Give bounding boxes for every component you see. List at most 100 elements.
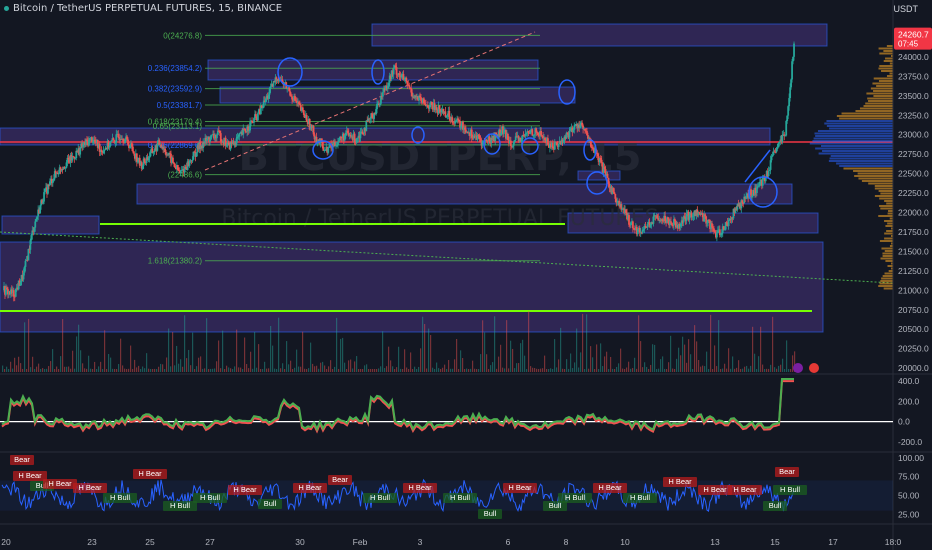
volume-bar [228, 367, 230, 372]
volume-bar [162, 364, 164, 372]
volume-profile-bar [880, 257, 893, 260]
volume-profile-bar [873, 77, 893, 80]
volume-bar [340, 338, 342, 372]
zone-lower [136, 183, 793, 205]
volume-bar [672, 368, 674, 372]
price-tick-label: 21500.0 [898, 246, 929, 256]
volume-bar [620, 348, 622, 372]
rsi-tick-label: 100.00 [898, 453, 924, 463]
volume-bar [480, 354, 482, 372]
volume-bar [36, 366, 38, 372]
candle-body [327, 147, 330, 153]
bear-signal-label: Bear [779, 467, 795, 476]
volume-bar [676, 358, 678, 372]
volume-profile-bar [857, 172, 893, 175]
volume-bar [416, 369, 418, 372]
volume-profile-bar [814, 132, 893, 135]
candle-body [670, 221, 672, 223]
volume-profile-bar [867, 97, 893, 100]
volume-bar [426, 368, 428, 372]
time-tick-label: 23 [87, 537, 97, 547]
volume-bar [462, 357, 464, 372]
candle-body [255, 114, 257, 117]
volume-bar [520, 343, 522, 372]
volume-bar [454, 359, 456, 372]
volume-profile-bar [882, 275, 893, 277]
price-tick-label: 20250.0 [898, 344, 929, 354]
volume-bar [542, 368, 544, 372]
volume-bar [34, 368, 36, 372]
volume-bar [304, 368, 306, 372]
volume-bar [720, 368, 722, 372]
volume-bar [160, 363, 162, 372]
rsi-signal: H Bear [293, 483, 327, 493]
volume-bar [768, 368, 770, 372]
volume-bar [246, 364, 248, 372]
candle-body [405, 77, 408, 82]
volume-bar [254, 331, 256, 372]
volume-bar [218, 340, 220, 372]
volume-bar [514, 368, 516, 372]
volume-bar [728, 348, 730, 372]
volume-bar [538, 368, 540, 372]
volume-bar [212, 368, 214, 372]
volume-bar [402, 368, 404, 372]
volume-profile-bar [863, 105, 893, 107]
volume-bar [484, 332, 486, 372]
candle-body [79, 147, 82, 155]
volume-bar [196, 366, 198, 372]
volume-bar [230, 368, 232, 372]
volume-bar [476, 368, 478, 372]
volume-bar [684, 344, 686, 372]
volume-bar [598, 368, 600, 372]
volume-bar [408, 369, 410, 372]
trading-chart[interactable]: BTCUSDTPERP, 15 Bitcoin / TetherUS PERPET… [0, 0, 932, 550]
volume-bar [436, 362, 438, 372]
volume-bar [696, 341, 698, 372]
watermark-symbol: BTCUSDTPERP, 15 [238, 134, 641, 180]
volume-bar [76, 336, 78, 372]
volume-bar [458, 368, 460, 372]
rsi-signal: Bull [258, 499, 282, 509]
volume-profile-bar [866, 92, 893, 95]
volume-bar [560, 327, 562, 372]
volume-bar [14, 357, 16, 372]
volume-bar [198, 357, 200, 372]
volume-bar [784, 368, 786, 372]
currency-label[interactable]: USDT [894, 4, 919, 14]
volume-bar [492, 362, 494, 372]
symbol-title: Bitcoin / TetherUS PERPETUAL FUTURES, 15… [13, 3, 283, 14]
candle-body [109, 141, 112, 146]
volume-bar [686, 362, 688, 372]
volume-bar [634, 357, 636, 372]
rsi-signal: H Bear [43, 479, 77, 489]
volume-bar [182, 366, 184, 372]
candle-body [557, 143, 560, 147]
bear-signal-label: H Bear [703, 485, 727, 494]
volume-bar [578, 367, 580, 372]
volume-bar [28, 318, 30, 372]
candle-body [34, 221, 37, 228]
volume-bar [488, 368, 490, 372]
volume-profile-bar [886, 45, 893, 47]
volume-profile-bar [885, 57, 893, 60]
candle-body [408, 85, 411, 88]
volume-bar [280, 368, 282, 372]
volume-bar [110, 357, 112, 372]
volume-bar [342, 337, 344, 372]
volume-bar [262, 368, 264, 372]
rsi-signal: H Bull [163, 501, 197, 511]
volume-bar [276, 368, 278, 372]
volume-bar [30, 367, 32, 372]
volume-bar [536, 368, 538, 372]
volume-bar [506, 320, 508, 372]
volume-bar [616, 366, 618, 372]
bull-signal-label: H Bull [630, 493, 650, 502]
volume-bar [500, 344, 502, 372]
candle-body [481, 141, 484, 146]
volume-bar [250, 351, 252, 372]
bull-signal-label: H Bull [450, 493, 470, 502]
volume-bar [450, 368, 452, 372]
volume-bar [666, 368, 668, 372]
rsi-signal: H Bull [623, 493, 657, 503]
